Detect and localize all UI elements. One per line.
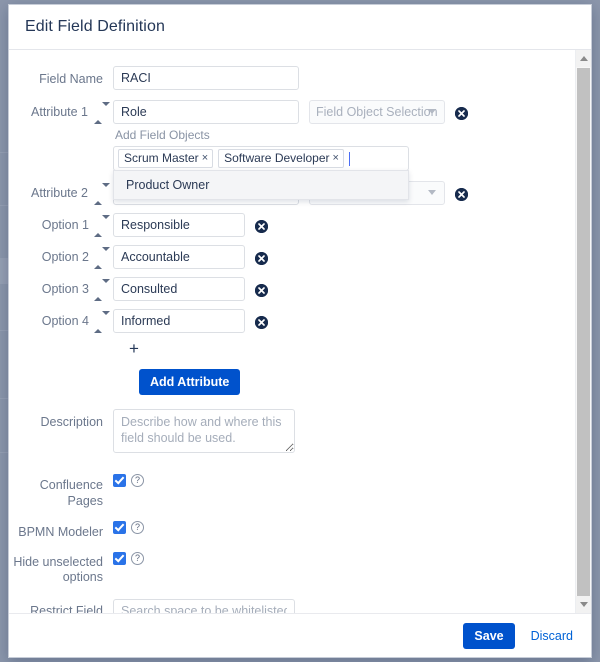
dialog-footer: Save Discard [9, 613, 591, 657]
option-1-label: Option 1 [41, 218, 89, 232]
option-2-input[interactable] [113, 245, 245, 269]
backdrop-line-5 [0, 398, 8, 399]
field-objects-tag-input[interactable]: Scrum Master × Software Developer × [113, 146, 409, 171]
attribute-1-type-select-wrap: Field Object Selection [299, 100, 445, 124]
description-label: Description [40, 415, 103, 429]
dialog-header: Edit Field Definition [9, 5, 591, 50]
backdrop-line-1 [0, 152, 8, 153]
hide-unselected-options-control: ? [113, 550, 144, 565]
field-name-control [113, 66, 575, 90]
dialog-body: Field Name Attribute 1 Field Object Sele… [9, 50, 591, 613]
field-name-label: Field Name [39, 72, 103, 86]
scroll-down-arrow-icon [579, 602, 588, 607]
updown-stepper-icon[interactable] [94, 279, 110, 301]
hide-unselected-options-row: Hide unselected options ? [9, 550, 575, 585]
vertical-scrollbar[interactable] [575, 50, 591, 613]
field-object-tag-label: Software Developer [224, 151, 330, 165]
backdrop-line-2 [0, 205, 8, 206]
add-attribute-row: Add Attribute [113, 369, 575, 395]
add-field-objects-label: Add Field Objects [115, 128, 210, 142]
remove-attribute-1-button[interactable] [455, 106, 468, 120]
option-2-label: Option 2 [41, 250, 89, 264]
option-row: Option 2 [9, 245, 575, 269]
bpmn-modeler-control: ? [113, 519, 144, 534]
attribute-2-label-wrap: Attribute 2 [9, 183, 113, 205]
hide-unselected-options-checkbox[interactable] [113, 552, 126, 565]
option-2-label-wrap: Option 2 [9, 247, 113, 269]
remove-tag-icon[interactable]: × [202, 151, 208, 166]
text-caret [348, 151, 350, 166]
option-row: Option 3 [9, 277, 575, 301]
save-button[interactable]: Save [463, 622, 515, 649]
description-row: Description [9, 409, 575, 458]
confluence-pages-checkbox[interactable] [113, 474, 126, 487]
attribute-1-row: Attribute 1 Field Object Selection [9, 100, 575, 124]
updown-stepper-icon[interactable] [94, 183, 110, 205]
attribute-1-label: Attribute 1 [31, 105, 88, 119]
add-option-button[interactable]: + [129, 340, 139, 357]
remove-option-1-button[interactable] [255, 219, 268, 233]
updown-stepper-icon[interactable] [94, 247, 110, 269]
option-1-label-wrap: Option 1 [9, 215, 113, 237]
field-objects-dropdown: Product Owner [113, 170, 409, 200]
bpmn-modeler-checkbox[interactable] [113, 521, 126, 534]
remove-attribute-2-button[interactable] [455, 187, 468, 201]
bpmn-modeler-label: BPMN Modeler [18, 525, 103, 539]
remove-option-3-button[interactable] [255, 283, 268, 297]
space-search-input[interactable] [113, 599, 295, 613]
edit-field-definition-dialog: Edit Field Definition Field Name Attribu… [8, 4, 592, 658]
attribute-1-label-wrap: Attribute 1 [9, 102, 113, 124]
field-object-tag[interactable]: Software Developer × [218, 149, 344, 168]
option-4-label-wrap: Option 4 [9, 311, 113, 333]
confluence-pages-control: ? [113, 472, 144, 487]
remove-option-4-button[interactable] [255, 315, 268, 329]
dropdown-option-product-owner[interactable]: Product Owner [114, 171, 408, 199]
restrict-spaces-row: Restrict Field Definition for Confluence… [9, 599, 575, 613]
add-attribute-button[interactable]: Add Attribute [139, 369, 241, 395]
scroll-down-button[interactable] [576, 596, 591, 613]
bpmn-modeler-row: BPMN Modeler ? [9, 519, 575, 540]
remove-option-2-button[interactable] [255, 251, 268, 265]
restrict-spaces-control [113, 599, 575, 613]
updown-stepper-icon[interactable] [94, 311, 110, 333]
backdrop-line-4 [0, 330, 8, 331]
field-name-input[interactable] [113, 66, 299, 90]
field-object-tag[interactable]: Scrum Master × [118, 149, 214, 168]
updown-stepper-icon[interactable] [94, 102, 110, 124]
option-row: Option 4 [9, 309, 575, 333]
help-icon[interactable]: ? [131, 474, 144, 487]
option-4-label: Option 4 [41, 314, 89, 328]
scroll-up-button[interactable] [576, 50, 591, 67]
remove-tag-icon[interactable]: × [333, 151, 339, 166]
confluence-pages-row: Confluence Pages ? [9, 472, 575, 509]
description-control [113, 409, 575, 458]
backdrop-line-3 [0, 258, 8, 284]
add-field-objects-block: Add Field Objects Scrum Master × Softwar… [113, 128, 575, 200]
option-1-input[interactable] [113, 213, 245, 237]
discard-button[interactable]: Discard [529, 627, 575, 645]
attribute-2-label: Attribute 2 [31, 186, 88, 200]
confluence-pages-label: Confluence Pages [39, 478, 103, 508]
option-3-label: Option 3 [41, 282, 89, 296]
add-option-row: + [113, 340, 575, 359]
scrollbar-thumb[interactable] [577, 68, 590, 610]
restrict-spaces-label: Restrict Field Definition for Confluence… [30, 604, 103, 613]
attribute-1-type-select[interactable]: Field Object Selection [309, 100, 445, 124]
scroll-up-arrow-icon [579, 56, 588, 61]
field-object-tag-label: Scrum Master [124, 151, 199, 165]
option-4-input[interactable] [113, 309, 245, 333]
option-row: Option 1 [9, 213, 575, 237]
option-3-input[interactable] [113, 277, 245, 301]
form-scroll-area: Field Name Attribute 1 Field Object Sele… [9, 50, 575, 613]
field-name-row: Field Name [9, 66, 575, 90]
attribute-1-name-input[interactable] [113, 100, 299, 124]
updown-stepper-icon[interactable] [94, 215, 110, 237]
backdrop-line-6 [0, 452, 8, 453]
description-textarea[interactable] [113, 409, 295, 453]
hide-unselected-options-label: Hide unselected options [13, 555, 103, 584]
help-icon[interactable]: ? [131, 552, 144, 565]
page-title: Edit Field Definition [25, 18, 165, 35]
help-icon[interactable]: ? [131, 521, 144, 534]
option-3-label-wrap: Option 3 [9, 279, 113, 301]
